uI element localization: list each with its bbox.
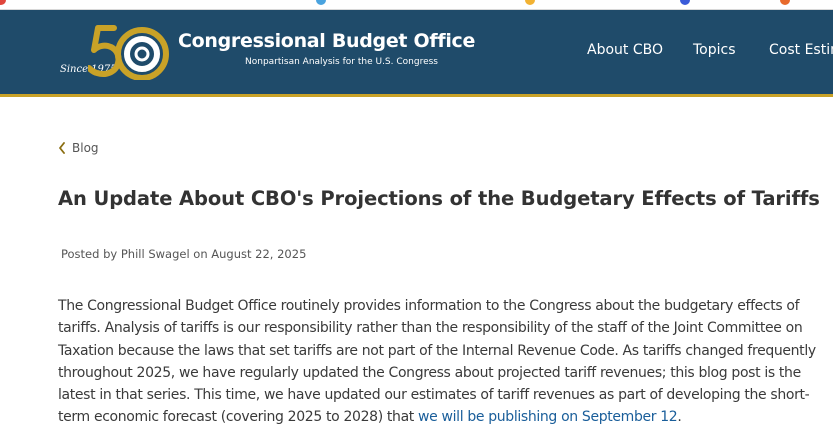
post-byline: Posted by Phill Swagel on August 22, 202… xyxy=(61,247,307,261)
nav-cost-estimates[interactable]: Cost Estimates xyxy=(769,42,833,58)
site-header: Since 1975 Congressional Budget Office N… xyxy=(0,10,833,97)
body-line-last: term economic forecast (covering 2025 to… xyxy=(58,406,818,428)
breadcrumb-label: Blog xyxy=(72,141,99,155)
body-line: tariffs. Analysis of tariffs is our resp… xyxy=(58,320,803,337)
main-nav: About CBO Topics Cost Estimates xyxy=(0,42,833,62)
publication-date-link[interactable]: we will be publishing on September 12 xyxy=(418,409,678,425)
body-line-last-prefix: term economic forecast (covering 2025 to… xyxy=(58,409,419,426)
nav-about-cbo[interactable]: About CBO xyxy=(587,42,663,58)
browser-bookmark-strip xyxy=(0,0,833,10)
body-line: latest in that series. This time, we hav… xyxy=(58,387,810,404)
body-line: throughout 2025, we have regularly updat… xyxy=(58,364,801,381)
post-title: An Update About CBO's Projections of the… xyxy=(58,187,820,210)
body-line: Taxation because the laws that set tarif… xyxy=(58,342,816,359)
chevron-left-icon xyxy=(59,142,65,154)
nav-topics[interactable]: Topics xyxy=(693,42,736,58)
body-line: The Congressional Budget Office routinel… xyxy=(58,298,800,314)
article-body: The Congressional Budget Office routinel… xyxy=(58,295,818,429)
body-line-last-suffix: . xyxy=(677,409,682,426)
breadcrumb-blog-link[interactable]: Blog xyxy=(58,141,99,155)
